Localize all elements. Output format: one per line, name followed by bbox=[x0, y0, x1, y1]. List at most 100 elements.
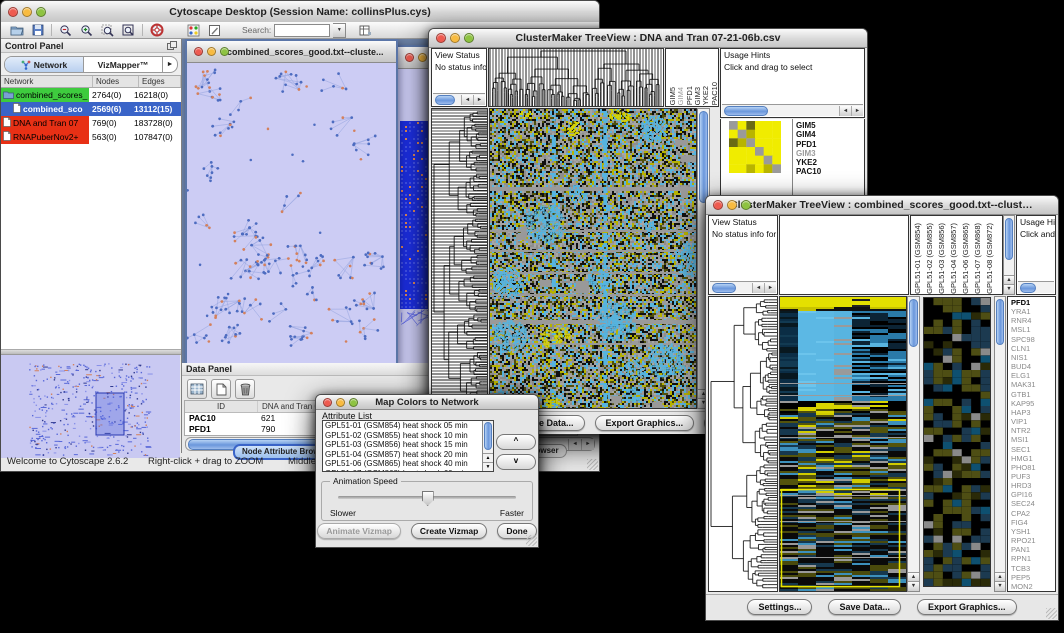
resize-grip[interactable] bbox=[587, 459, 598, 470]
attribute-item[interactable]: GPL51-02 (GSM855) heat shock 10 min bbox=[323, 431, 483, 441]
scroll-down-arrow[interactable]: ▼ bbox=[1004, 284, 1014, 294]
tv2-titlebar[interactable]: ClusterMaker TreeView : combined_scores_… bbox=[706, 196, 1058, 215]
row-dendrogram-canvas[interactable] bbox=[709, 297, 777, 591]
close-button[interactable] bbox=[436, 33, 446, 43]
network-list-row[interactable]: combined_sco2569(6)13112(15) bbox=[1, 102, 181, 116]
network-list-row[interactable]: combined_scores_2764(0)16218(0) bbox=[1, 88, 181, 102]
attribute-item[interactable]: GPL51-01 (GSM854) heat shock 05 min bbox=[323, 421, 483, 431]
network-list-row[interactable]: RNAPuberNov2+563(0)107847(0) bbox=[1, 130, 181, 144]
tv2-heat-vscrollbar[interactable]: ▲ ▼ bbox=[907, 296, 920, 592]
tv2-hints-hscrollbar[interactable] bbox=[1018, 281, 1054, 293]
move-up-button[interactable]: ^ bbox=[496, 434, 536, 450]
tv1-titlebar[interactable]: ClusterMaker TreeView : DNA and Tran 07-… bbox=[429, 29, 867, 48]
scroll-right-arrow[interactable]: ► bbox=[764, 283, 776, 293]
tv1-status-hscrollbar[interactable]: ◄► bbox=[433, 93, 485, 105]
open-session-button[interactable] bbox=[9, 23, 24, 37]
scroll-down-arrow[interactable]: ▼ bbox=[908, 581, 919, 591]
minimize-button[interactable] bbox=[418, 53, 427, 62]
zoom-fit-button[interactable] bbox=[121, 23, 136, 37]
zoom-heatmap-canvas[interactable] bbox=[924, 298, 990, 586]
save-data-button[interactable]: Save Data... bbox=[828, 599, 901, 615]
scroll-left-arrow[interactable]: ◄ bbox=[568, 439, 581, 450]
close-button[interactable] bbox=[323, 398, 332, 407]
tv1-hints-hscrollbar[interactable]: ◄► bbox=[722, 104, 863, 116]
save-session-button[interactable] bbox=[30, 23, 45, 37]
net1-titlebar[interactable]: combined_scores_good.txt--cluste... bbox=[187, 41, 396, 63]
scroll-right-arrow[interactable]: ► bbox=[473, 95, 485, 105]
scroll-left-arrow[interactable]: ◄ bbox=[839, 106, 851, 116]
attribute-list[interactable]: GPL51-01 (GSM854) heat shock 05 minGPL51… bbox=[322, 420, 494, 472]
scroll-down-arrow[interactable]: ▼ bbox=[995, 581, 1005, 591]
resize-grip[interactable] bbox=[1046, 608, 1057, 619]
zoom-out-button[interactable] bbox=[58, 23, 73, 37]
network-canvas-1[interactable] bbox=[187, 63, 392, 363]
heatmap-canvas[interactable] bbox=[490, 109, 696, 408]
heatmap-canvas[interactable] bbox=[780, 297, 906, 591]
minimize-button[interactable] bbox=[727, 200, 737, 210]
float-panel-icon[interactable] bbox=[167, 41, 177, 50]
minimize-button[interactable] bbox=[22, 7, 32, 17]
import-attributes-button[interactable] bbox=[358, 23, 373, 37]
export-graphics-button[interactable]: Export Graphics... bbox=[917, 599, 1017, 615]
column-dendrogram-canvas[interactable] bbox=[489, 49, 663, 106]
zoom-selected-button[interactable] bbox=[100, 23, 115, 37]
scroll-left-arrow[interactable]: ◄ bbox=[752, 283, 764, 293]
tv2-labels-vscrollbar[interactable]: ▲ ▼ bbox=[1003, 215, 1015, 295]
tab-network[interactable]: Network bbox=[5, 57, 84, 72]
close-button[interactable] bbox=[194, 47, 203, 56]
tab-overflow-arrow[interactable]: ► bbox=[162, 57, 177, 72]
scroll-up-arrow[interactable]: ▲ bbox=[483, 453, 493, 462]
main-titlebar[interactable]: Cytoscape Desktop (Session Name: collins… bbox=[1, 1, 599, 23]
tv2-column-dendrogram-panel[interactable] bbox=[779, 215, 909, 295]
zoom-button[interactable] bbox=[464, 33, 474, 43]
selected-submatrix-canvas[interactable] bbox=[729, 121, 781, 173]
dialog-titlebar[interactable]: Map Colors to Network bbox=[316, 395, 538, 410]
attribute-item[interactable]: GPL51-03 (GSM856) heat shock 15 min bbox=[323, 440, 483, 450]
attribute-item[interactable]: GPL51-06 (GSM865) heat shock 40 min bbox=[323, 459, 483, 469]
scroll-down-arrow[interactable]: ▼ bbox=[483, 462, 493, 471]
delete-attribute-button[interactable] bbox=[235, 379, 255, 399]
close-button[interactable] bbox=[8, 7, 18, 17]
close-button[interactable] bbox=[405, 53, 414, 62]
scroll-right-arrow[interactable]: ► bbox=[581, 439, 594, 450]
search-input[interactable] bbox=[274, 24, 330, 37]
scroll-right-arrow[interactable]: ► bbox=[851, 106, 863, 116]
tv2-status-hscrollbar[interactable]: ◄► bbox=[710, 281, 776, 293]
zoom-button[interactable] bbox=[220, 47, 229, 56]
scrollbar-thumb[interactable] bbox=[724, 106, 768, 116]
minimize-button[interactable] bbox=[207, 47, 216, 56]
export-graphics-button[interactable]: Export Graphics... bbox=[595, 415, 695, 431]
vizmapper-button[interactable] bbox=[186, 23, 201, 37]
resize-grip[interactable] bbox=[526, 535, 537, 546]
scrollbar-thumb[interactable] bbox=[909, 299, 918, 347]
network-birdseye-overview[interactable] bbox=[1, 355, 180, 458]
scrollbar-thumb[interactable] bbox=[712, 283, 736, 293]
tv2-genes-vscrollbar[interactable]: ▲ ▼ bbox=[994, 296, 1006, 592]
help-button[interactable] bbox=[149, 23, 164, 37]
annotation-button[interactable] bbox=[207, 23, 222, 37]
tab-vizmapper[interactable]: VizMapper™ bbox=[84, 57, 162, 72]
minimize-button[interactable] bbox=[336, 398, 345, 407]
settings-button[interactable]: Settings... bbox=[747, 599, 812, 615]
select-attributes-button[interactable] bbox=[187, 379, 207, 399]
new-attribute-button[interactable] bbox=[211, 379, 231, 399]
zoom-button[interactable] bbox=[741, 200, 751, 210]
scrollbar-thumb[interactable] bbox=[996, 299, 1004, 345]
animation-speed-slider[interactable] bbox=[338, 496, 516, 499]
attribute-item[interactable]: GPL51-04 (GSM857) heat shock 20 min bbox=[323, 450, 483, 460]
zoom-button[interactable] bbox=[36, 7, 46, 17]
scrollbar-thumb[interactable] bbox=[484, 422, 492, 450]
attribute-item[interactable]: GPL51-07 (GSM868) heat shock 60 min bbox=[323, 469, 483, 473]
zoom-in-button[interactable] bbox=[79, 23, 94, 37]
close-button[interactable] bbox=[713, 200, 723, 210]
minimize-button[interactable] bbox=[450, 33, 460, 43]
scrollbar-thumb[interactable] bbox=[1005, 218, 1013, 260]
search-dropdown-button[interactable]: ▼ bbox=[333, 23, 346, 38]
slider-thumb[interactable] bbox=[422, 491, 434, 506]
attribute-list-scrollbar[interactable]: ▲ ▼ bbox=[482, 421, 493, 471]
scrollbar-thumb[interactable] bbox=[435, 95, 455, 105]
scrollbar-thumb[interactable] bbox=[699, 111, 708, 203]
scrollbar-thumb[interactable] bbox=[1020, 283, 1036, 293]
animate-vizmap-button[interactable]: Animate Vizmap bbox=[317, 523, 401, 539]
move-down-button[interactable]: v bbox=[496, 454, 536, 470]
